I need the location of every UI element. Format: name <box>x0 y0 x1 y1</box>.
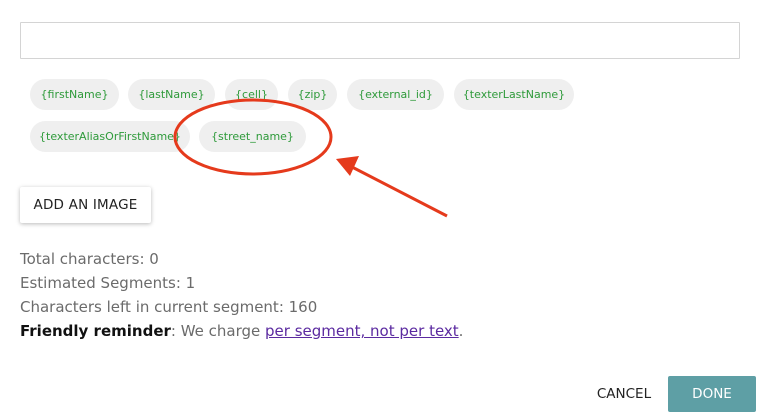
arrow-head-icon <box>336 156 359 176</box>
add-image-button[interactable]: ADD AN IMAGE <box>20 187 151 223</box>
reminder-text: : We charge <box>170 322 266 340</box>
reminder-label: Friendly reminder <box>20 322 171 340</box>
variable-chip-texter-last-name[interactable]: {texterLastName} <box>454 79 574 110</box>
variable-chip-cell[interactable]: {cell} <box>225 79 278 110</box>
total-characters: Total characters: 0 <box>20 250 159 268</box>
variable-chip-texter-alias-or-first-name[interactable]: {texterAliasOrFirstName} <box>30 121 190 152</box>
variable-chip-external-id[interactable]: {external_id} <box>347 79 444 110</box>
pricing-link[interactable]: per segment, not per text <box>265 322 459 340</box>
cancel-button[interactable]: CANCEL <box>588 376 660 412</box>
variable-chip-zip[interactable]: {zip} <box>288 79 337 110</box>
done-button[interactable]: DONE <box>668 376 756 412</box>
estimated-segments: Estimated Segments: 1 <box>20 274 196 292</box>
variable-chip-firstname[interactable]: {firstName} <box>30 79 119 110</box>
variable-chip-street-name[interactable]: {street_name} <box>199 121 306 152</box>
variable-chip-lastname[interactable]: {lastName} <box>128 79 215 110</box>
message-input[interactable] <box>20 22 740 59</box>
friendly-reminder: Friendly reminder: We charge per segment… <box>20 322 463 340</box>
characters-left: Characters left in current segment: 160 <box>20 298 318 316</box>
arrow-shaft <box>351 165 448 218</box>
reminder-end: . <box>458 322 464 340</box>
